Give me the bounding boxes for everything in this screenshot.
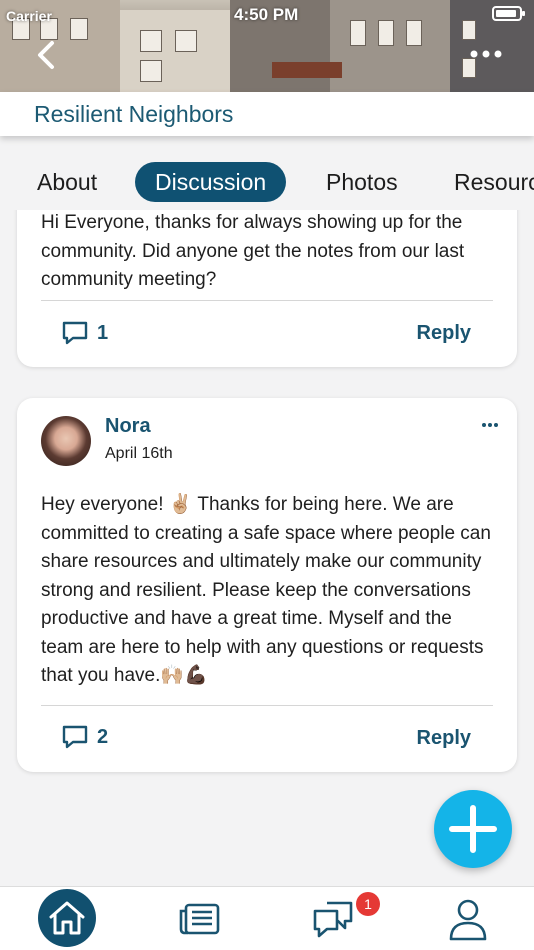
comment-icon: [62, 321, 88, 345]
group-title-bar: Resilient Neighbors: [0, 92, 534, 136]
more-horizontal-icon: [482, 423, 498, 427]
post-card: Nora April 16th Hey everyone! ✌🏼 Thanks …: [17, 398, 517, 772]
post-author[interactable]: Nora: [105, 415, 151, 438]
post-card: Hi Everyone, thanks for always showing u…: [17, 210, 517, 367]
carrier-label: Carrier: [6, 8, 52, 24]
group-options-button[interactable]: [468, 42, 504, 66]
tab-about[interactable]: About: [37, 162, 97, 202]
post-body: Hey everyone! ✌🏼 Thanks for being here. …: [41, 494, 491, 686]
back-button[interactable]: [30, 38, 64, 72]
reply-button[interactable]: Reply: [417, 322, 471, 345]
post-divider: [41, 705, 493, 706]
chevron-left-icon: [38, 41, 54, 69]
post-options-button[interactable]: [481, 418, 499, 430]
comment-icon: [62, 725, 88, 749]
tab-resources[interactable]: Resources: [454, 162, 534, 202]
battery-icon: [492, 6, 525, 21]
messages-badge: 1: [356, 892, 380, 916]
comment-count: 2: [97, 725, 109, 748]
post-divider: [41, 300, 493, 301]
bottom-nav: [0, 886, 534, 950]
discussion-feed[interactable]: Hi Everyone, thanks for always showing u…: [0, 210, 534, 886]
post-body: Hi Everyone, thanks for always showing u…: [41, 212, 465, 290]
status-bar: Carrier 4:50 PM: [0, 0, 534, 30]
newspaper-icon: [179, 903, 220, 935]
group-tabs: About Discussion Photos Resources: [0, 154, 534, 210]
tab-discussion[interactable]: Discussion: [135, 162, 287, 202]
new-post-button[interactable]: [434, 790, 512, 868]
comment-count: 1: [97, 321, 109, 344]
chat-bubbles-icon: [313, 901, 353, 938]
group-title: Resilient Neighbors: [34, 101, 234, 127]
plus-icon: [449, 805, 497, 853]
avatar[interactable]: [41, 416, 91, 466]
nav-home[interactable]: [38, 889, 96, 947]
profile-icon: [449, 899, 487, 941]
tab-photos[interactable]: Photos: [326, 162, 398, 202]
comments-button[interactable]: 1: [61, 318, 108, 348]
more-horizontal-icon: [470, 50, 502, 58]
status-time: 4:50 PM: [234, 5, 299, 24]
home-icon: [49, 901, 85, 935]
nav-profile[interactable]: [438, 891, 498, 947]
comments-button[interactable]: 2: [61, 722, 108, 752]
nav-messages[interactable]: [303, 891, 363, 947]
reply-button[interactable]: Reply: [417, 727, 471, 750]
nav-newsfeed[interactable]: [170, 891, 230, 947]
post-date: April 16th: [105, 445, 173, 462]
